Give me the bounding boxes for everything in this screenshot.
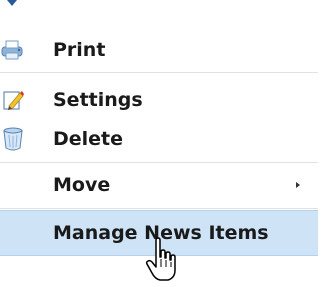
- printer-icon: [0, 37, 26, 63]
- context-menu-screenshot: Print Settings Delete Move Manage News I…: [0, 0, 323, 287]
- menu-divider: [0, 208, 318, 209]
- hand-pointer-icon: [144, 237, 178, 283]
- menu-divider: [0, 162, 318, 163]
- menu-item-move[interactable]: Move: [0, 165, 318, 205]
- menu-item-print[interactable]: Print: [0, 30, 318, 70]
- menu-item-delete[interactable]: Delete: [0, 119, 318, 159]
- trash-icon: [0, 126, 26, 152]
- settings-pencil-icon: [0, 87, 26, 113]
- menu-item-label: Print: [53, 39, 106, 61]
- menu-item-label: Settings: [53, 89, 143, 111]
- menu-item-label: Delete: [53, 128, 124, 150]
- menu-item-settings[interactable]: Settings: [0, 80, 318, 120]
- dropdown-arrow-icon: [7, 0, 17, 6]
- menu-item-label: Move: [53, 174, 111, 196]
- submenu-arrow-icon: [296, 182, 300, 188]
- menu-divider: [0, 72, 318, 73]
